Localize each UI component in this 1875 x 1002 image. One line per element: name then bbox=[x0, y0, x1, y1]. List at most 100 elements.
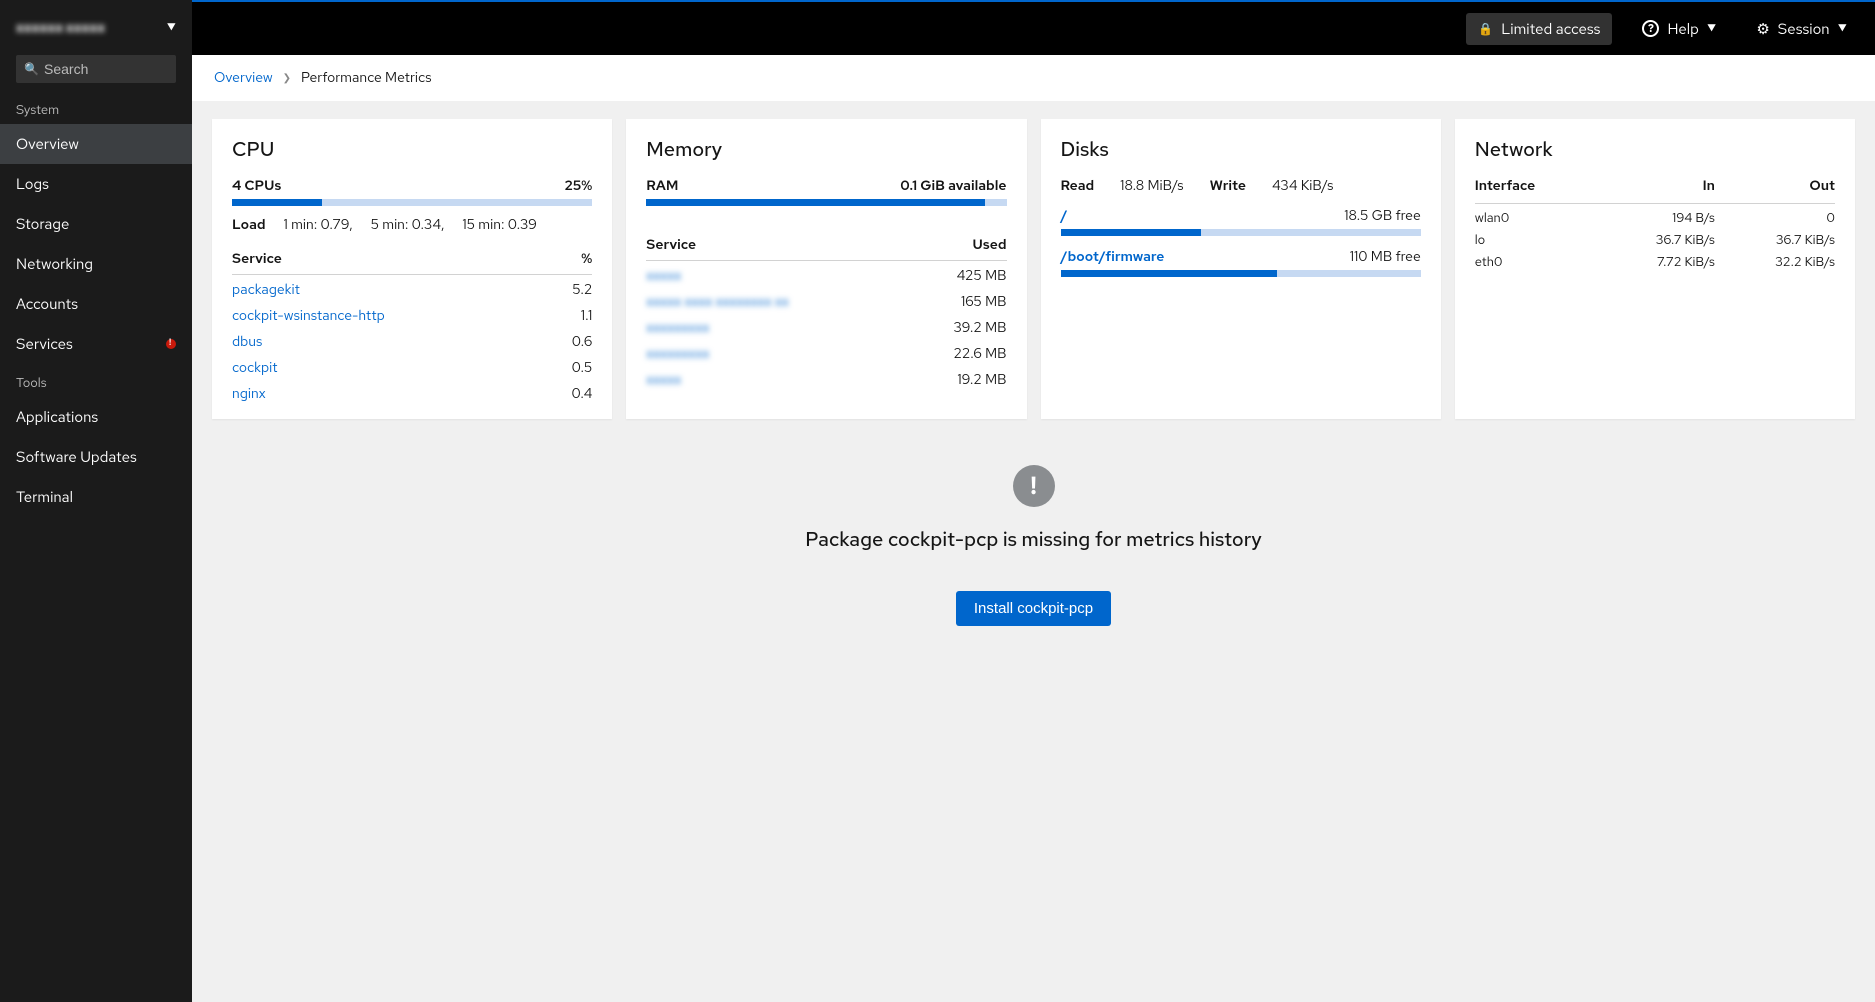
table-row: xxxxx 19.2 MB bbox=[646, 365, 1006, 391]
table-row: eth07.72 KiB/s32.2 KiB/s bbox=[1475, 248, 1835, 270]
install-cockpit-pcp-button[interactable]: Install cockpit-pcp bbox=[956, 591, 1111, 626]
search-input[interactable] bbox=[16, 55, 176, 83]
net-col-interface: Interface bbox=[1475, 177, 1595, 195]
net-out: 0 bbox=[1715, 209, 1835, 226]
service-value: 0.4 bbox=[571, 385, 592, 403]
cpu-title: CPU bbox=[232, 137, 592, 163]
service-value: 19.2 MB bbox=[957, 371, 1006, 389]
help-label: Help bbox=[1667, 19, 1698, 39]
cpu-count: 4 CPUs bbox=[232, 177, 281, 195]
chevron-right-icon: ❯ bbox=[283, 72, 291, 85]
table-row: xxxxx 425 MB bbox=[646, 261, 1006, 287]
sidebar-item-storage[interactable]: Storage bbox=[0, 204, 192, 244]
sidebar-item-label: Logs bbox=[16, 174, 49, 194]
net-in: 7.72 KiB/s bbox=[1595, 253, 1715, 270]
service-link[interactable]: xxxxx bbox=[646, 267, 681, 285]
sidebar-item-label: Overview bbox=[16, 134, 79, 154]
sidebar-item-accounts[interactable]: Accounts bbox=[0, 284, 192, 324]
ram-label: RAM bbox=[646, 177, 678, 195]
service-value: 425 MB bbox=[957, 267, 1007, 285]
service-link[interactable]: xxxxxxxxx bbox=[646, 319, 709, 337]
mem-col-used: Used bbox=[972, 236, 1006, 254]
load-label: Load bbox=[232, 216, 266, 234]
cpu-percent-label: 25% bbox=[564, 177, 592, 195]
sidebar-item-logs[interactable]: Logs bbox=[0, 164, 192, 204]
sidebar-item-label: Applications bbox=[16, 407, 98, 427]
disk-mount-link[interactable]: /boot/firmware bbox=[1061, 248, 1165, 266]
service-value: 1.1 bbox=[581, 307, 592, 325]
sidebar-item-software-updates[interactable]: Software Updates bbox=[0, 437, 192, 477]
host-label: xxxxxx xxxxx bbox=[16, 19, 105, 36]
service-link[interactable]: nginx bbox=[232, 385, 266, 403]
net-in: 36.7 KiB/s bbox=[1595, 231, 1715, 248]
breadcrumb: Overview ❯ Performance Metrics bbox=[192, 55, 1875, 101]
help-menu[interactable]: ? Help ▼ bbox=[1632, 14, 1726, 44]
service-value: 5.2 bbox=[572, 281, 592, 299]
table-row: lo36.7 KiB/s36.7 KiB/s bbox=[1475, 226, 1835, 248]
content-scroll[interactable]: CPU 4 CPUs 25% Load 1 min: 0.79, 5 min: … bbox=[192, 101, 1875, 1002]
disk-read-value: 18.8 MiB/s bbox=[1120, 177, 1183, 195]
cpu-progress bbox=[232, 199, 592, 206]
top-toolbar: 🔒 Limited access ? Help ▼ ⚙ Session ▼ bbox=[192, 0, 1875, 55]
help-icon: ? bbox=[1642, 20, 1659, 37]
nav-group-title: Tools bbox=[0, 364, 192, 397]
disks-title: Disks bbox=[1061, 137, 1421, 163]
breadcrumb-overview[interactable]: Overview bbox=[214, 69, 273, 87]
table-row: dbus0.6 bbox=[232, 327, 592, 353]
network-title: Network bbox=[1475, 137, 1835, 163]
limited-access-label: Limited access bbox=[1501, 19, 1600, 39]
exclamation-icon: ! bbox=[1013, 465, 1055, 507]
load-15m: 15 min: 0.39 bbox=[462, 216, 536, 234]
net-col-in: In bbox=[1595, 177, 1715, 195]
sidebar-host-selector[interactable]: xxxxxx xxxxx ▼ bbox=[0, 0, 192, 55]
disk-mount-link[interactable]: / bbox=[1061, 207, 1068, 225]
empty-state: ! Package cockpit-pcp is missing for met… bbox=[212, 465, 1855, 626]
service-link[interactable]: dbus bbox=[232, 333, 262, 351]
gear-icon: ⚙ bbox=[1756, 19, 1769, 39]
disk-free: 110 MB free bbox=[1350, 248, 1421, 266]
service-link[interactable]: xxxxxxxxx bbox=[646, 345, 709, 363]
sidebar-item-terminal[interactable]: Terminal bbox=[0, 477, 192, 517]
sidebar-item-label: Services bbox=[16, 334, 73, 354]
network-card: Network Interface In Out wlan0194 B/s0lo… bbox=[1455, 119, 1855, 419]
net-out: 32.2 KiB/s bbox=[1715, 253, 1835, 270]
disks-card: Disks Read 18.8 MiB/s Write 434 KiB/s /1… bbox=[1041, 119, 1441, 419]
alert-icon bbox=[166, 339, 176, 349]
service-link[interactable]: packagekit bbox=[232, 281, 300, 299]
sidebar-item-applications[interactable]: Applications bbox=[0, 397, 192, 437]
chevron-down-icon: ▼ bbox=[167, 19, 176, 36]
net-iface: lo bbox=[1475, 231, 1595, 248]
sidebar-item-label: Storage bbox=[16, 214, 69, 234]
breadcrumb-current: Performance Metrics bbox=[301, 69, 432, 87]
service-link[interactable]: cockpit bbox=[232, 359, 278, 377]
cpu-col-percent: % bbox=[581, 250, 592, 268]
net-col-out: Out bbox=[1715, 177, 1835, 195]
main-area: 🔒 Limited access ? Help ▼ ⚙ Session ▼ Ov… bbox=[192, 0, 1875, 1002]
ram-available: 0.1 GiB available bbox=[900, 177, 1006, 195]
table-row: xxxxxxxxx39.2 MB bbox=[646, 313, 1006, 339]
sidebar-item-overview[interactable]: Overview bbox=[0, 124, 192, 164]
session-menu[interactable]: ⚙ Session ▼ bbox=[1746, 14, 1857, 44]
service-link[interactable]: cockpit-wsinstance-http bbox=[232, 307, 385, 325]
chevron-down-icon: ▼ bbox=[1838, 20, 1847, 37]
sidebar-item-label: Terminal bbox=[16, 487, 73, 507]
limited-access-button[interactable]: 🔒 Limited access bbox=[1466, 13, 1612, 45]
cpu-col-service: Service bbox=[232, 250, 282, 268]
ram-progress bbox=[646, 199, 1006, 206]
chevron-down-icon: ▼ bbox=[1707, 20, 1716, 37]
nav-group-title: System bbox=[0, 91, 192, 124]
net-iface: eth0 bbox=[1475, 253, 1595, 270]
table-row: packagekit 5.2 bbox=[232, 275, 592, 301]
net-in: 194 B/s bbox=[1595, 209, 1715, 226]
memory-card: Memory RAM 0.1 GiB available Service Use… bbox=[626, 119, 1026, 419]
sidebar-item-networking[interactable]: Networking bbox=[0, 244, 192, 284]
service-link[interactable]: xxxxx bbox=[646, 371, 681, 389]
disk-progress bbox=[1061, 229, 1421, 236]
sidebar-item-services[interactable]: Services bbox=[0, 324, 192, 364]
disk-write-value: 434 KiB/s bbox=[1272, 177, 1333, 195]
service-link[interactable]: xxxxx xxxx xxxxxxxx xx bbox=[646, 293, 788, 311]
sidebar-item-label: Software Updates bbox=[16, 447, 137, 467]
disk-progress bbox=[1061, 270, 1421, 277]
table-row: cockpit-wsinstance-http 1.1 bbox=[232, 301, 592, 327]
lock-icon: 🔒 bbox=[1478, 21, 1493, 37]
